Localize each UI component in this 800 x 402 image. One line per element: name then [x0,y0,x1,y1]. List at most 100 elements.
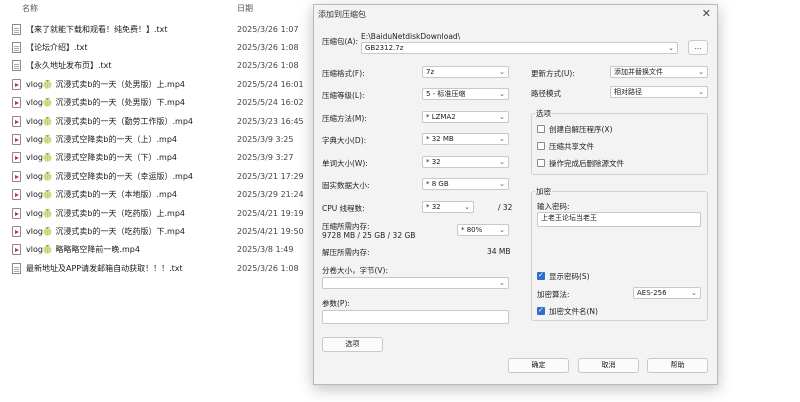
decompress-memory-value: 34 MB [487,247,511,256]
chevron-down-icon: ⌄ [499,158,505,166]
shared-files-checkbox[interactable] [537,142,545,150]
split-size-combo[interactable]: ⌄ [322,277,509,289]
ok-button[interactable]: 确定 [508,358,569,373]
file-row[interactable]: vlog🍈 沉浸式卖b的一天（本地版）.mp4 2025/3/29 21:24 [12,186,312,204]
method-select[interactable]: * LZMA2 ⌄ [422,111,509,123]
decompress-memory-label: 解压所需内存: [322,248,370,257]
archive-name-combo[interactable]: GB2312.7z ⌄ [361,42,678,54]
parameters-input[interactable] [322,310,509,324]
update-mode-select[interactable]: 添加并替换文件 ⌄ [610,66,708,78]
archive-label: 压缩包(A): [322,37,359,46]
file-date: 2025/3/21 17:29 [237,171,304,181]
chevron-down-icon: ⌄ [668,44,674,52]
add-to-archive-dialog: 添加到压缩包 ✕ 压缩包(A): E:\BaiduNetdiskDownload… [313,4,718,385]
file-row[interactable]: vlog🍈 沉浸式卖b的一天（勤劳工作版）.mp4 2025/3/23 16:45 [12,112,312,130]
word-size-label: 单词大小(W): [322,159,368,168]
delete-after-checkbox[interactable] [537,159,545,167]
video-file-icon [12,189,21,201]
compress-memory-detail: 9728 MB / 25 GB / 32 GB [322,231,416,240]
file-date: 2025/3/23 16:45 [237,116,304,126]
file-row[interactable]: vlog🍈 沉浸式卖b的一天（处男版）下.mp4 2025/5/24 16:02 [12,94,312,112]
chevron-down-icon: ⌄ [499,180,505,188]
level-select[interactable]: 5 - 标准压缩 ⌄ [422,88,509,100]
file-name: vlog🍈 沉浸式卖b的一天（本地版）.mp4 [26,190,178,200]
format-select[interactable]: 7z ⌄ [422,66,509,78]
cancel-button[interactable]: 取消 [578,358,639,373]
file-name: vlog🍈 沉浸式空降卖b的一天（下）.mp4 [26,153,178,163]
file-row[interactable]: 【永久地址发布页】.txt 2025/3/26 1:08 [12,57,312,75]
chevron-down-icon: ⌄ [698,68,704,76]
column-date-header[interactable]: 日期 [237,3,253,17]
dictionary-select[interactable]: * 32 MB ⌄ [422,133,509,145]
text-file-icon [12,41,21,53]
help-button[interactable]: 帮助 [647,358,708,373]
memory-usage-select[interactable]: * 80% ⌄ [457,224,509,236]
show-password-checkbox[interactable] [537,271,545,280]
options-group-title: 选项 [535,108,552,119]
file-row[interactable]: vlog🍈 沉浸式卖b的一天（吃药版）上.mp4 2025/4/21 19:19 [12,204,312,222]
file-name: vlog🍈 沉浸式卖b的一天（勤劳工作版）.mp4 [26,116,194,126]
file-date: 2025/5/24 16:01 [237,79,304,89]
show-password-label: 显示密码(S) [549,272,590,281]
word-size-select[interactable]: * 32 ⌄ [422,156,509,168]
chevron-down-icon: ⌄ [499,113,505,121]
password-label: 输入密码: [537,202,570,211]
file-row[interactable]: vlog🍈 沉浸式空降卖b的一天（上）.mp4 2025/3/9 3:25 [12,130,312,148]
file-date: 2025/3/26 1:08 [237,61,299,71]
video-file-icon [12,170,21,182]
file-row[interactable]: 【来了就能下载和观看！纯免费！】.txt 2025/3/26 1:07 [12,20,312,38]
split-size-label: 分卷大小，字节(V): [322,266,389,275]
encryption-method-label: 加密算法: [537,290,570,299]
encrypt-names-label: 加密文件名(N) [549,307,598,316]
file-row[interactable]: vlog🍈 沉浸式卖b的一天（吃药版）下.mp4 2025/4/21 19:50 [12,222,312,240]
file-row[interactable]: vlog🍈 略略略空降前一晚.mp4 2025/3/8 1:49 [12,241,312,259]
cpu-threads-label: CPU 线程数: [322,204,365,213]
dialog-title: 添加到压缩包 [318,10,366,19]
file-date: 2025/3/26 1:07 [237,24,299,34]
file-name: vlog🍈 沉浸式卖b的一天（吃药版）下.mp4 [26,226,186,236]
encryption-group-title: 加密 [535,186,552,197]
file-row[interactable]: vlog🍈 沉浸式卖b的一天（处男版）上.mp4 2025/5/24 16:01 [12,75,312,93]
update-mode-label: 更新方式(U): [531,69,575,78]
close-icon[interactable]: ✕ [702,7,711,20]
text-file-icon [12,60,21,72]
file-row[interactable]: 最新地址及APP请发邮箱自动获取！！！.txt 2025/3/26 1:08 [12,259,312,277]
file-date: 2025/3/26 1:08 [237,42,299,52]
file-name: vlog🍈 沉浸式卖b的一天（处男版）下.mp4 [26,98,186,108]
video-file-icon [12,133,21,145]
chevron-down-icon: ⌄ [499,68,505,76]
file-date: 2025/3/29 21:24 [237,190,304,200]
encrypt-names-checkbox[interactable] [537,306,545,315]
column-name-header[interactable]: 名称 [22,3,38,17]
cpu-threads-select[interactable]: * 32 ⌄ [422,201,474,213]
method-value: * LZMA2 [426,113,456,121]
path-mode-select[interactable]: 相对路径 ⌄ [610,86,708,98]
file-row[interactable]: vlog🍈 沉浸式空降卖b的一天（下）.mp4 2025/3/9 3:27 [12,149,312,167]
file-date: 2025/3/9 3:27 [237,153,294,163]
video-file-icon [12,115,21,127]
file-date: 2025/4/21 19:19 [237,208,304,218]
browse-button[interactable]: ... [688,40,708,55]
file-name: 【来了就能下载和观看！纯免费！】.txt [26,24,168,34]
video-file-icon [12,78,21,90]
method-label: 压缩方法(M): [322,114,367,123]
parameters-label: 参数(P): [322,299,350,308]
solid-size-value: * 8 GB [426,180,449,188]
archive-directory: E:\BaiduNetdiskDownload\ [361,32,461,41]
file-row[interactable]: vlog🍈 沉浸式空降卖b的一天（幸运版）.mp4 2025/3/21 17:29 [12,167,312,185]
file-name: vlog🍈 沉浸式空降卖b的一天（上）.mp4 [26,134,178,144]
chevron-down-icon: ⌄ [464,203,470,211]
file-date: 2025/3/9 3:25 [237,134,294,144]
solid-size-select[interactable]: * 8 GB ⌄ [422,178,509,190]
password-input[interactable]: 上老王论坛当老王 [537,212,701,227]
encryption-method-select[interactable]: AES-256 ⌄ [633,287,701,299]
file-row[interactable]: 【论坛介绍】.txt 2025/3/26 1:08 [12,38,312,56]
cpu-threads-total: / 32 [498,203,513,212]
options-button[interactable]: 选项 [322,337,383,352]
sfx-checkbox[interactable] [537,125,545,133]
file-name: 【论坛介绍】.txt [26,42,88,52]
file-date: 2025/3/8 1:49 [237,245,294,255]
video-file-icon [12,152,21,164]
file-date: 2025/3/26 1:08 [237,263,299,273]
level-label: 压缩等级(L): [322,91,365,100]
